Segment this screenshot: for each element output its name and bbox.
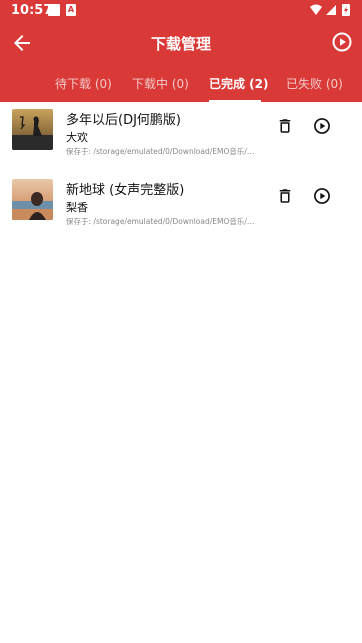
play-all-button[interactable]	[330, 30, 354, 54]
save-path: 保存于: /storage/emulated/0/Download/EMO音乐/…	[66, 147, 256, 156]
trash-icon	[279, 119, 291, 133]
signal-icon	[326, 5, 336, 15]
download-item[interactable]: 新地球 (女声完整版) 梨香 保存于: /storage/emulated/0/…	[0, 179, 362, 239]
album-cover	[12, 179, 53, 220]
status-bar: 10:57 A	[0, 0, 362, 22]
play-circle-icon	[314, 188, 330, 204]
status-icons	[310, 4, 350, 16]
notification-app-icon: A	[66, 4, 76, 16]
play-circle-icon	[314, 118, 330, 134]
tab-downloading[interactable]: 下载中 (0)	[132, 75, 189, 92]
wifi-icon	[310, 4, 322, 15]
tab-bar: 待下载 (0) 下载中 (0) 已完成 (2) 已失败 (0)	[0, 70, 362, 102]
song-artist: 大欢	[66, 131, 88, 144]
play-button[interactable]	[312, 186, 332, 206]
app-header: 10:57 A 下载管理 待下载 (0) 下载中 (0) 已完成 (2) 已失败…	[0, 0, 362, 102]
tab-failed[interactable]: 已失败 (0)	[286, 75, 343, 92]
tab-pending[interactable]: 待下载 (0)	[55, 75, 112, 92]
trash-icon	[279, 189, 291, 203]
save-path: 保存于: /storage/emulated/0/Download/EMO音乐/…	[66, 217, 256, 226]
page-title: 下载管理	[150, 35, 211, 53]
tab-completed[interactable]: 已完成 (2)	[209, 75, 269, 92]
song-artist: 梨香	[66, 201, 88, 214]
delete-button[interactable]	[276, 187, 294, 205]
download-item[interactable]: 多年以后(DJ何鹏版) 大欢 保存于: /storage/emulated/0/…	[0, 109, 362, 169]
song-title: 新地球 (女声完整版)	[66, 183, 185, 198]
play-button[interactable]	[312, 116, 332, 136]
song-title: 多年以后(DJ何鹏版)	[66, 113, 181, 128]
tab-indicator	[209, 100, 261, 102]
status-time: 10:57	[11, 3, 53, 18]
play-circle-icon	[332, 32, 352, 52]
delete-button[interactable]	[276, 117, 294, 135]
album-cover	[12, 109, 53, 150]
notification-icon	[48, 4, 60, 16]
